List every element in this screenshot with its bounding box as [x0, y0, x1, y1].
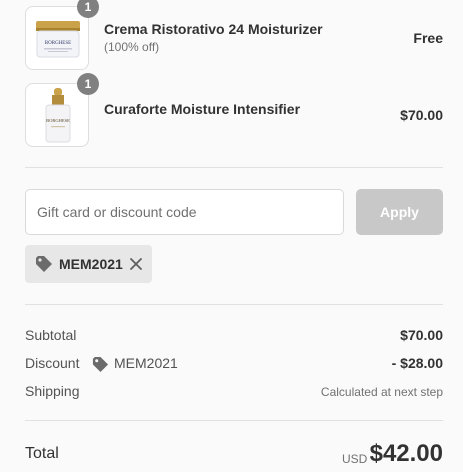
- discount-label: Discount: [25, 355, 80, 371]
- tag-icon: [36, 256, 52, 272]
- divider: [25, 167, 443, 168]
- product-thumbnail: BORGHESE 1: [25, 73, 99, 147]
- dropper-bottle-icon: BORGHESE: [45, 88, 71, 143]
- tag-icon: [92, 356, 109, 373]
- applied-discount-code: MEM2021: [59, 256, 123, 272]
- product-thumbnail: BORGHESE 1: [25, 0, 99, 70]
- jar-icon: BORGHESE: [36, 21, 80, 58]
- close-icon[interactable]: [129, 257, 143, 271]
- total-amount: $42.00: [369, 440, 443, 467]
- discount-code-text: MEM2021: [114, 355, 178, 371]
- divider: [25, 420, 443, 421]
- product-price: $70.00: [400, 107, 443, 123]
- product-name: Curaforte Moisture Intensifier: [104, 101, 301, 117]
- cart-item: BORGHESE 1 Curaforte Moisture Intensifie…: [25, 73, 443, 147]
- product-brand-text: BORGHESE: [45, 41, 71, 46]
- discount-code-input[interactable]: [25, 189, 344, 235]
- product-brand-text: BORGHESE: [46, 118, 70, 123]
- divider: [25, 304, 443, 305]
- product-name: Crema Ristorativo 24 Moisturizer: [104, 21, 323, 37]
- cart-item: BORGHESE 1 Crema Ristorativo 24 Moisturi…: [25, 0, 443, 70]
- shipping-value: Calculated at next step: [320, 385, 443, 399]
- product-price: Free: [413, 30, 443, 46]
- applied-discount-chip: MEM2021: [25, 245, 152, 283]
- subtotal-value: $70.00: [400, 327, 443, 343]
- apply-button[interactable]: Apply: [356, 189, 443, 235]
- shipping-label: Shipping: [25, 383, 80, 399]
- discount-value: - $28.00: [391, 355, 443, 371]
- total-label: Total: [25, 445, 59, 462]
- currency-code: USD: [342, 452, 368, 466]
- quantity-badge: 1: [77, 73, 99, 95]
- quantity-badge: 1: [77, 0, 99, 18]
- product-discount-note: (100% off): [104, 40, 160, 54]
- subtotal-label: Subtotal: [25, 327, 77, 343]
